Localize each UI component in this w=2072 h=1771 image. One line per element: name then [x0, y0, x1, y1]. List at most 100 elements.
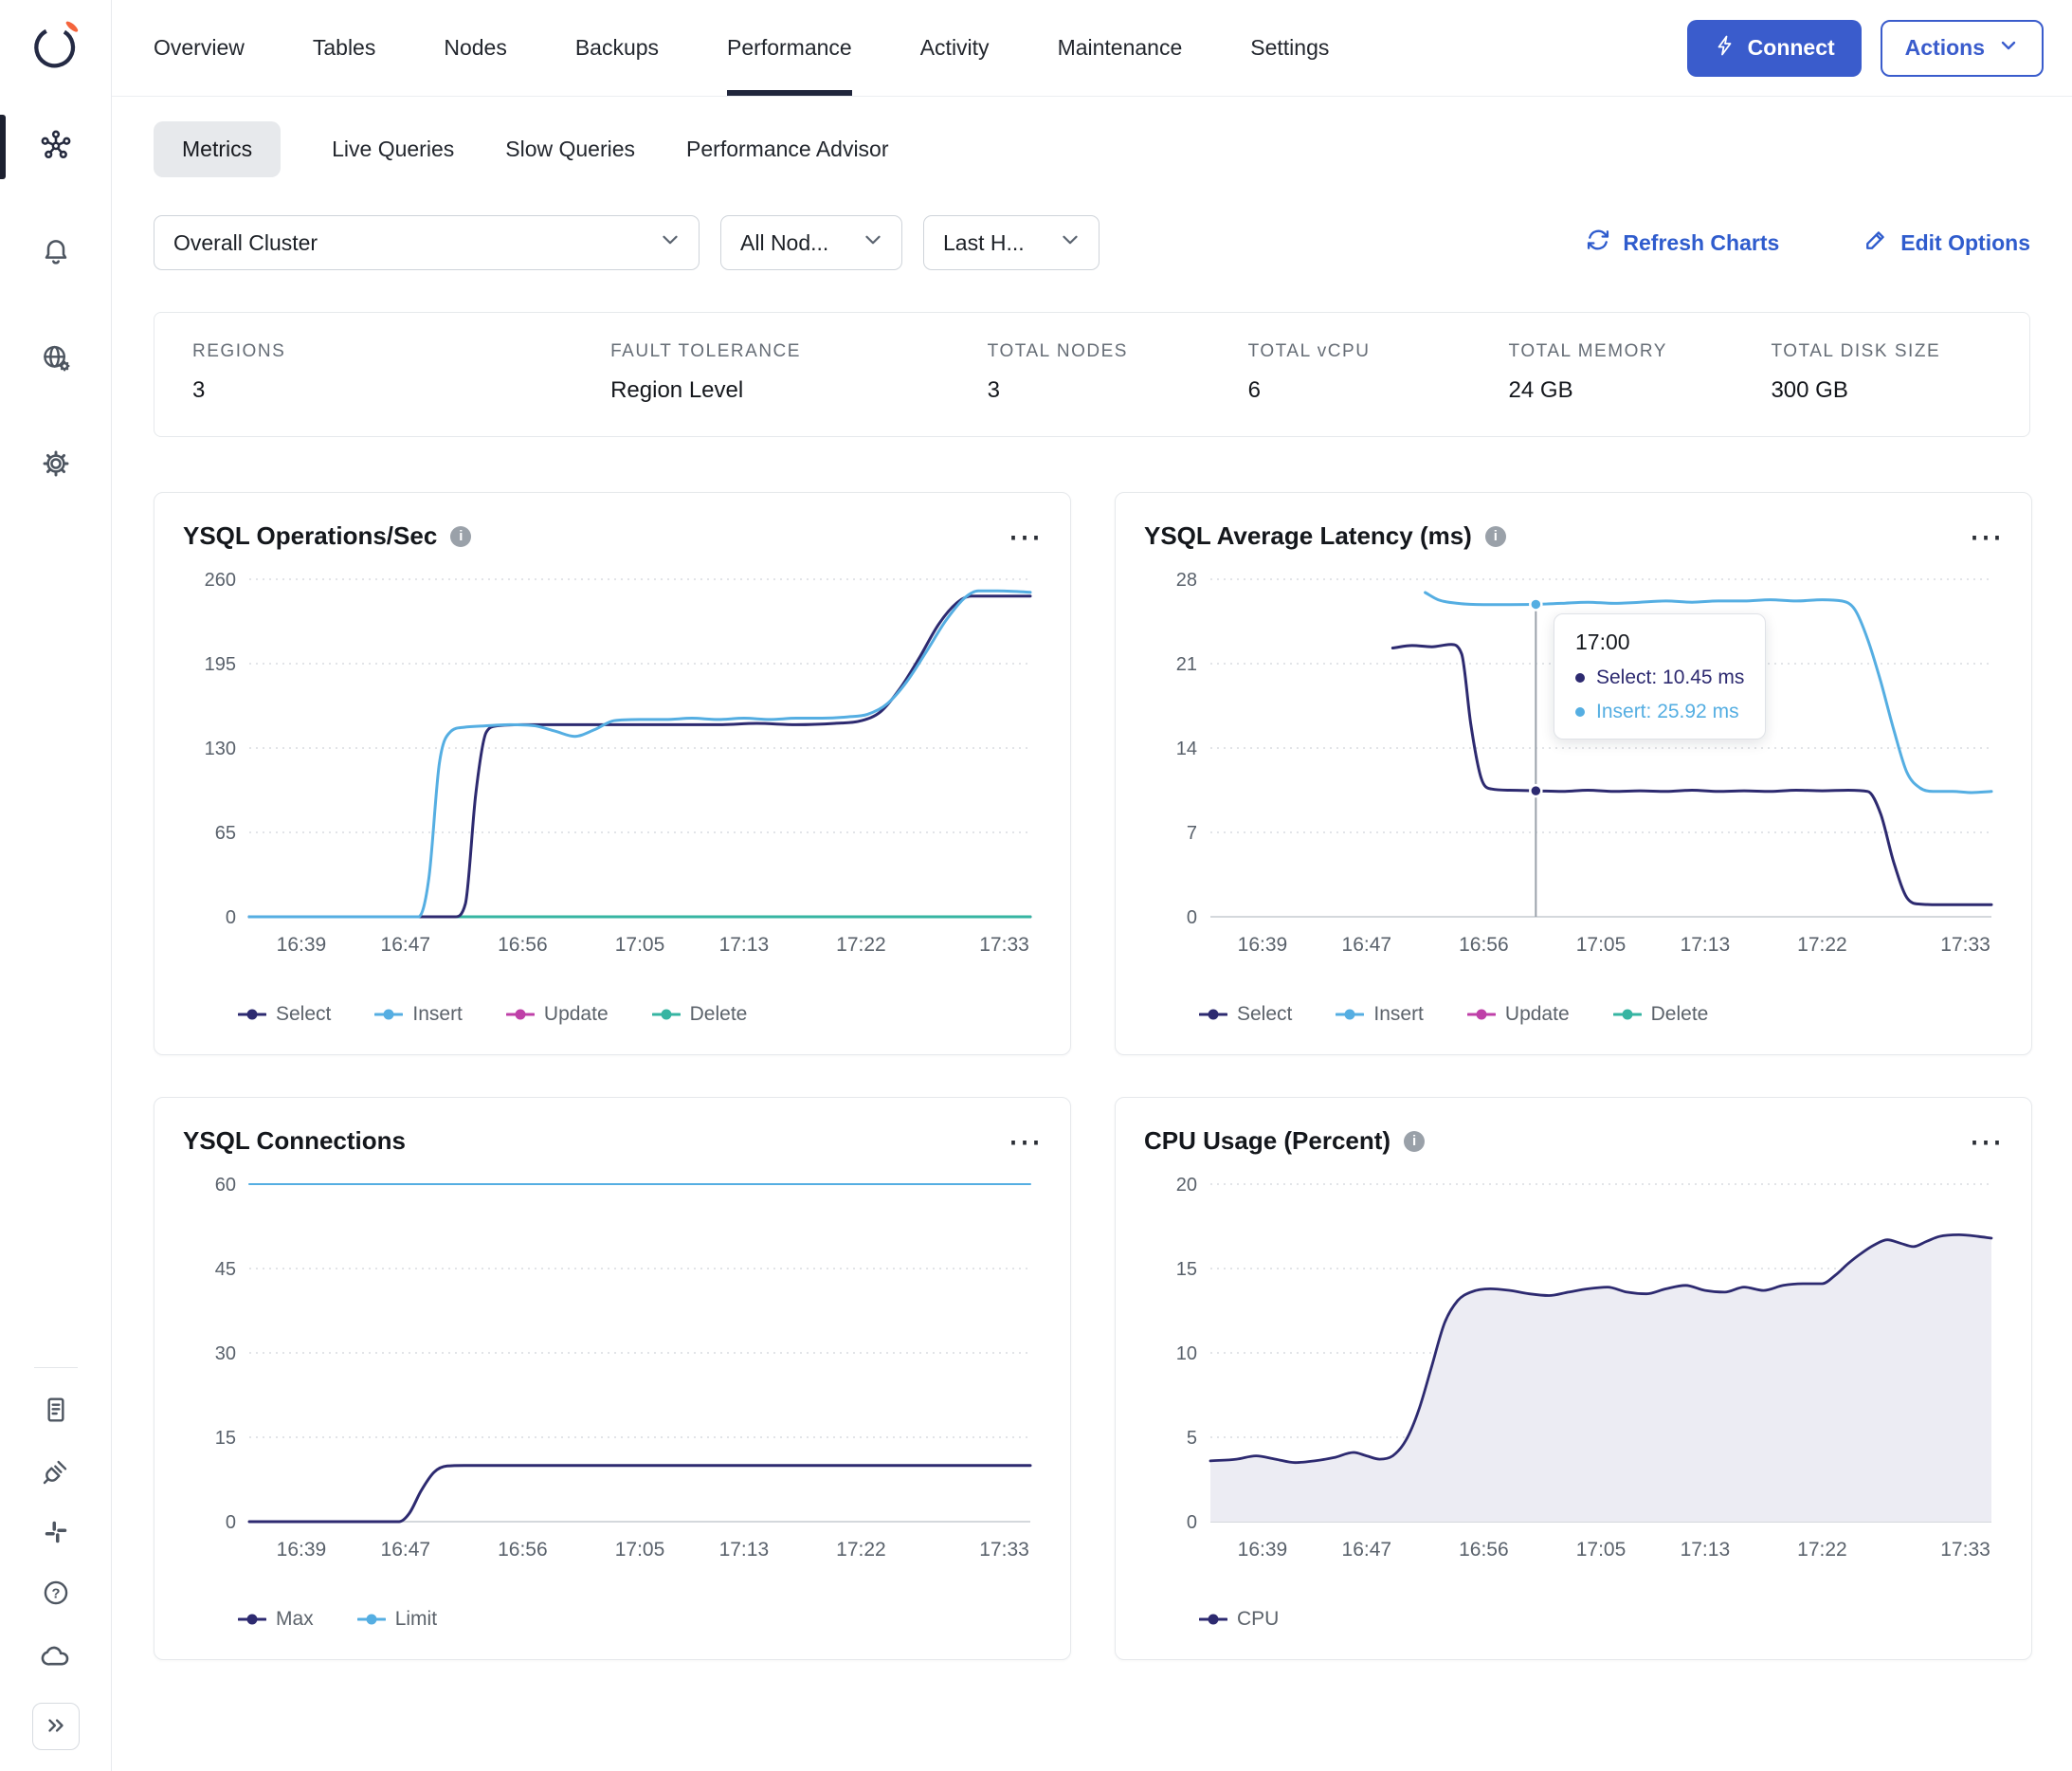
subtab-slow-queries[interactable]: Slow Queries	[505, 121, 635, 177]
legend-label: Limit	[394, 1608, 438, 1630]
legend-label: Update	[543, 1003, 609, 1025]
nodes-select[interactable]: All Nod...	[720, 215, 902, 270]
ysql-connections-chart[interactable]: 0 15 30 45 60 16:39 16:47 16:56 17:05 17:13 17:22 1…	[183, 1169, 1042, 1602]
tab-nodes[interactable]: Nodes	[444, 0, 506, 96]
svg-text:17:05: 17:05	[1576, 934, 1627, 956]
svg-text:17:22: 17:22	[1797, 1539, 1847, 1561]
metrics-filters: Overall Cluster All Nod... Last H... Ref…	[154, 215, 2030, 270]
yugabyte-logo[interactable]	[26, 13, 86, 79]
time-range-select[interactable]: Last H...	[923, 215, 1100, 270]
svg-text:17:33: 17:33	[1940, 1539, 1990, 1561]
chart-menu-button[interactable]	[1969, 527, 2003, 546]
svg-text:14: 14	[1176, 739, 1197, 759]
svg-text:16:47: 16:47	[381, 934, 431, 956]
chevron-down-icon	[659, 228, 682, 257]
integrations-plug-icon[interactable]	[41, 1456, 71, 1491]
pencil-icon	[1863, 227, 1889, 259]
legend-label: Insert	[1373, 1003, 1424, 1025]
legend-label: Select	[1237, 1003, 1293, 1025]
legend-item-max[interactable]: Max	[238, 1608, 314, 1631]
info-icon[interactable]	[1484, 525, 1506, 547]
legend-item-insert[interactable]: Insert	[1336, 1003, 1424, 1026]
tab-backups[interactable]: Backups	[575, 0, 659, 96]
sidebar-item-alerts[interactable]	[0, 221, 111, 285]
subtab-live-queries[interactable]: Live Queries	[332, 121, 454, 177]
info-icon[interactable]	[1404, 1130, 1426, 1152]
legend-label: Delete	[689, 1003, 748, 1025]
legend-label: Delete	[1650, 1003, 1709, 1025]
legend-item-delete[interactable]: Delete	[651, 1003, 748, 1026]
svg-text:17:05: 17:05	[615, 934, 665, 956]
legend-label: Select	[276, 1003, 332, 1025]
chart-menu-button[interactable]	[1969, 1132, 2003, 1151]
svg-text:16:56: 16:56	[1459, 1539, 1509, 1561]
chevron-down-icon	[1998, 35, 2019, 62]
stat-label: FAULT TOLERANCE	[610, 341, 801, 361]
sidebar-divider	[33, 1367, 78, 1368]
legend-item-insert[interactable]: Insert	[374, 1003, 463, 1026]
legend-item-select[interactable]: Select	[238, 1003, 331, 1026]
sidebar-bottom-group: ?	[31, 1367, 80, 1750]
svg-text:17:05: 17:05	[615, 1539, 665, 1561]
chart-title: CPU Usage (Percent)	[1144, 1126, 1391, 1155]
help-icon[interactable]: ?	[41, 1578, 71, 1613]
svg-text:28: 28	[1176, 570, 1197, 591]
sidebar-item-settings[interactable]	[0, 433, 111, 498]
tab-tables[interactable]: Tables	[313, 0, 375, 96]
docs-icon[interactable]	[41, 1395, 71, 1430]
subtab-metrics[interactable]: Metrics	[154, 121, 282, 177]
chevron-down-icon	[1059, 228, 1081, 257]
svg-text:15: 15	[215, 1428, 236, 1449]
subtab-performance-advisor[interactable]: Performance Advisor	[686, 121, 888, 177]
cpu-usage-chart[interactable]: 0 5 10 15 20 16:39 16:47 16:56 17:05 17:13 17:22 17…	[1144, 1169, 2003, 1602]
refresh-charts-button[interactable]: Refresh Charts	[1585, 227, 1779, 259]
sidebar-item-cluster[interactable]	[0, 115, 111, 179]
legend-item-cpu[interactable]: CPU	[1199, 1608, 1279, 1631]
chart-menu-button[interactable]	[1008, 1132, 1042, 1151]
performance-content: Metrics Live Queries Slow Queries Perfor…	[112, 97, 2072, 1771]
svg-text:60: 60	[215, 1175, 236, 1196]
tab-settings[interactable]: Settings	[1250, 0, 1329, 96]
stat-label: TOTAL NODES	[987, 341, 1128, 361]
stat-total-nodes: TOTAL NODES 3	[950, 341, 1210, 404]
legend-item-update[interactable]: Update	[505, 1003, 609, 1026]
svg-text:17:13: 17:13	[1681, 1539, 1731, 1561]
cloud-icon[interactable]	[40, 1639, 72, 1676]
tab-performance[interactable]: Performance	[727, 0, 852, 96]
tab-activity[interactable]: Activity	[920, 0, 990, 96]
stat-label: REGIONS	[192, 341, 286, 361]
tab-maintenance[interactable]: Maintenance	[1058, 0, 1183, 96]
legend-label: Insert	[412, 1003, 463, 1025]
edit-options-button[interactable]: Edit Options	[1863, 227, 2030, 259]
legend-item-update[interactable]: Update	[1466, 1003, 1570, 1026]
tooltip-row-insert: Insert: 25.92 ms	[1575, 701, 1744, 723]
ysql-latency-chart[interactable]: 0 7 14 21 28 16:39 16:47 16:56 17:05 17:13 17:22 17…	[1144, 564, 2003, 997]
chart-title: YSQL Average Latency (ms)	[1144, 521, 1472, 550]
stat-total-vcpu: TOTAL vCPU 6	[1210, 341, 1471, 404]
info-icon[interactable]	[450, 525, 472, 547]
expand-chevrons-icon	[44, 1713, 68, 1741]
svg-text:16:39: 16:39	[277, 1539, 327, 1561]
svg-text:260: 260	[205, 570, 236, 591]
svg-text:17:13: 17:13	[1681, 934, 1731, 956]
stat-value: 300 GB	[1771, 377, 1848, 403]
legend-item-select[interactable]: Select	[1199, 1003, 1292, 1026]
tooltip-row-select: Select: 10.45 ms	[1575, 666, 1744, 689]
chart-legend: Select Insert Update Delete	[238, 1003, 1042, 1026]
ysql-operations-chart[interactable]: 0 65 130 195 260 16:39 16:47 16:56 17:05 17:13 17:…	[183, 564, 1042, 997]
slack-icon[interactable]	[42, 1518, 70, 1551]
connect-button[interactable]: Connect	[1686, 19, 1862, 77]
svg-text:17:33: 17:33	[979, 1539, 1029, 1561]
legend-item-limit[interactable]: Limit	[356, 1608, 438, 1631]
chart-tooltip: 17:00 Select: 10.45 ms Insert: 25.92 ms	[1554, 613, 1767, 739]
actions-button[interactable]: Actions	[1880, 19, 2044, 77]
sidebar-item-network[interactable]	[0, 327, 111, 392]
chart-title: YSQL Operations/Sec	[183, 521, 438, 550]
tab-overview[interactable]: Overview	[154, 0, 245, 96]
svg-text:65: 65	[215, 823, 236, 844]
cluster-scope-select[interactable]: Overall Cluster	[154, 215, 700, 270]
legend-item-delete[interactable]: Delete	[1612, 1003, 1709, 1026]
sidebar-expand-button[interactable]	[31, 1703, 80, 1750]
chart-menu-button[interactable]	[1008, 527, 1042, 546]
cluster-tabs: Overview Tables Nodes Backups Performanc…	[154, 0, 1329, 96]
